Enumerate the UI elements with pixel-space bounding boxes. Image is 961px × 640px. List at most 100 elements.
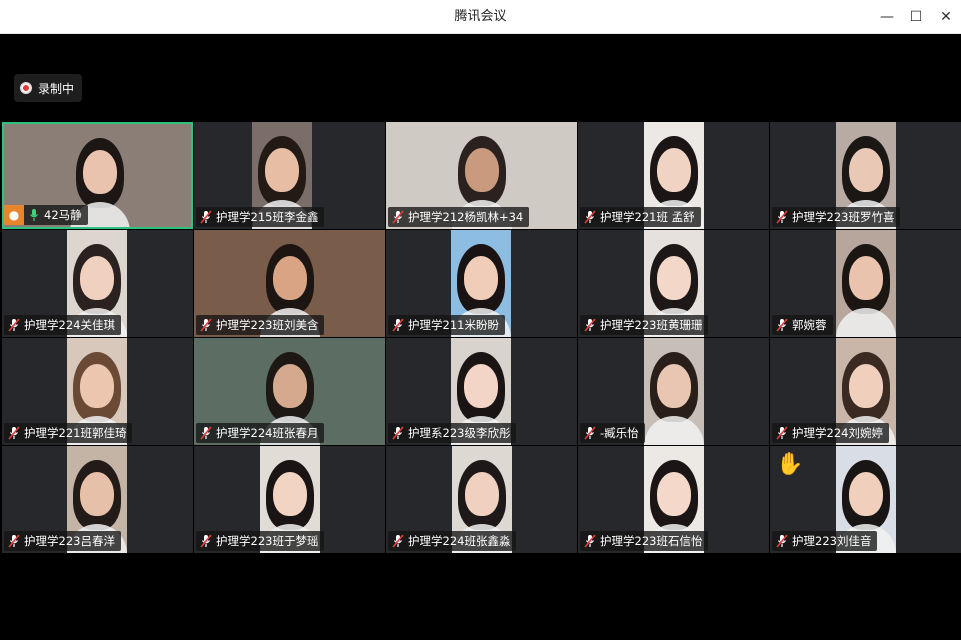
participant-name: 护理学223班于梦瑶 xyxy=(216,534,319,548)
participant-body xyxy=(644,416,704,445)
participant-name: 护理学223班刘美含 xyxy=(216,318,319,332)
participant-tile[interactable]: 护理学224关佳琪 xyxy=(2,230,193,337)
participant-name-label: 护理学211米盼盼 xyxy=(388,315,505,335)
participant-face xyxy=(657,364,691,408)
participant-name-label: 郭婉蓉 xyxy=(772,315,833,335)
participant-tile[interactable]: 护理学224班张鑫淼 xyxy=(386,446,577,553)
participant-name-label: 护理学223班于梦瑶 xyxy=(196,531,325,551)
participant-face xyxy=(849,364,883,408)
participant-name-label: 护理学224刘婉婷 xyxy=(772,423,889,443)
mic-muted-icon xyxy=(392,210,404,224)
participant-name: 护理学224班张鑫淼 xyxy=(408,534,511,548)
mic-muted-icon xyxy=(8,426,20,440)
participant-tile[interactable]: 护理学211米盼盼 xyxy=(386,230,577,337)
mic-muted-icon xyxy=(776,210,788,224)
participant-face xyxy=(273,472,307,516)
participant-name: 护理系223级李欣彤 xyxy=(408,426,511,440)
mic-on-icon xyxy=(30,209,38,221)
participant-name: 42马静 xyxy=(44,208,82,222)
participant-name: 护理学224刘婉婷 xyxy=(792,426,883,440)
mic-muted-icon xyxy=(776,534,788,548)
mic-muted-icon xyxy=(584,534,596,548)
participant-name-label: 护理学221班郭佳琦 xyxy=(4,423,133,443)
participant-name-label: 护理学224关佳琪 xyxy=(4,315,121,335)
recording-indicator[interactable]: 录制中 xyxy=(14,74,83,102)
participant-name-label: ● 42马静 xyxy=(4,205,88,225)
participant-name-label: 护理223刘佳音 xyxy=(772,531,878,551)
participant-face xyxy=(464,256,498,300)
mic-muted-icon xyxy=(200,318,212,332)
participant-face xyxy=(80,364,114,408)
participant-name: 护理学223吕春洋 xyxy=(24,534,115,548)
participant-body xyxy=(836,308,896,337)
participant-name-label: 护理学221班 孟舒 xyxy=(580,207,701,227)
mic-muted-icon xyxy=(584,318,596,332)
participant-name: 护理学223班罗竹喜 xyxy=(792,210,895,224)
participant-tile[interactable]: 护理学223班黄珊珊 xyxy=(578,230,769,337)
minimize-icon[interactable]: — xyxy=(877,7,897,27)
participant-tile[interactable]: 护理学223班刘美含 xyxy=(194,230,385,337)
participant-face xyxy=(272,256,307,300)
participant-name-label: 护理学215班李金鑫 xyxy=(196,207,325,227)
participant-face xyxy=(464,364,498,408)
participant-face xyxy=(82,150,117,194)
mic-muted-icon xyxy=(776,426,788,440)
participant-name-label: 护理学224班张鑫淼 xyxy=(388,531,517,551)
participant-name: 护理学224关佳琪 xyxy=(24,318,115,332)
participant-name: 护理学212杨凯林+34 xyxy=(408,210,524,224)
participant-name: -臧乐怡 xyxy=(600,426,639,440)
participant-name: 护理学215班李金鑫 xyxy=(216,210,319,224)
record-dot-icon xyxy=(20,82,32,94)
participant-name: 护理223刘佳音 xyxy=(792,534,872,548)
video-feed xyxy=(644,338,704,445)
participant-face xyxy=(657,148,691,192)
mic-muted-icon xyxy=(584,210,596,224)
participant-tile[interactable]: 护理学224刘婉婷 xyxy=(770,338,961,445)
mic-muted-icon xyxy=(392,426,404,440)
mic-muted-icon xyxy=(392,534,404,548)
participant-tile[interactable]: 护理学221班郭佳琦 xyxy=(2,338,193,445)
participant-tile[interactable]: 护理学221班 孟舒 xyxy=(578,122,769,229)
participant-tile[interactable]: 护理学223班石信怡 xyxy=(578,446,769,553)
participant-face xyxy=(657,472,691,516)
video-grid: ● 42马静 护理学215班李金鑫 护理学212杨凯林+34 护理学221班 孟舒 护理学… xyxy=(2,122,961,554)
participant-tile[interactable]: 护理学223吕春洋 xyxy=(2,446,193,553)
participant-name: 护理学221班 孟舒 xyxy=(600,210,695,224)
participant-tile[interactable]: 郭婉蓉 xyxy=(770,230,961,337)
mic-muted-icon xyxy=(584,426,596,440)
participant-face xyxy=(80,256,114,300)
participant-name: 护理学223班黄珊珊 xyxy=(600,318,703,332)
recording-label: 录制中 xyxy=(38,81,75,96)
participant-name-label: 护理系223级李欣彤 xyxy=(388,423,517,443)
mic-muted-icon xyxy=(200,534,212,548)
participant-tile[interactable]: ● 42马静 xyxy=(2,122,193,229)
participant-name-label: 护理学223班黄珊珊 xyxy=(580,315,709,335)
participant-face xyxy=(272,364,307,408)
participant-face xyxy=(265,148,299,192)
participant-name-label: 护理学223班石信怡 xyxy=(580,531,709,551)
participant-tile[interactable]: 护理学212杨凯林+34 xyxy=(386,122,577,229)
participant-name: 郭婉蓉 xyxy=(792,318,827,332)
participant-tile[interactable]: 护理学223班于梦瑶 xyxy=(194,446,385,553)
maximize-icon[interactable]: ☐ xyxy=(906,7,926,27)
participant-name: 护理学211米盼盼 xyxy=(408,318,499,332)
participant-name: 护理学221班郭佳琦 xyxy=(24,426,127,440)
participant-tile[interactable]: 护理系223级李欣彤 xyxy=(386,338,577,445)
window-title: 腾讯会议 xyxy=(454,9,507,24)
participant-face xyxy=(849,148,883,192)
participant-tile[interactable]: 护理学224班张春月 xyxy=(194,338,385,445)
participant-tile[interactable]: 护理学215班李金鑫 xyxy=(194,122,385,229)
participant-tile[interactable]: 护理学223班罗竹喜 xyxy=(770,122,961,229)
participant-name: 护理学223班石信怡 xyxy=(600,534,703,548)
mic-muted-icon xyxy=(392,318,404,332)
mic-muted-icon xyxy=(776,318,788,332)
close-icon[interactable]: ✕ xyxy=(936,7,956,27)
participant-face xyxy=(657,256,691,300)
participant-tile[interactable]: -臧乐怡 xyxy=(578,338,769,445)
participant-name-label: 护理学223班刘美含 xyxy=(196,315,325,335)
participant-name-label: 护理学223吕春洋 xyxy=(4,531,121,551)
participant-name-label: 护理学223班罗竹喜 xyxy=(772,207,901,227)
participant-tile[interactable]: ✋ 护理223刘佳音 xyxy=(770,446,961,553)
participant-name-label: -臧乐怡 xyxy=(580,423,645,443)
video-feed xyxy=(836,230,896,337)
